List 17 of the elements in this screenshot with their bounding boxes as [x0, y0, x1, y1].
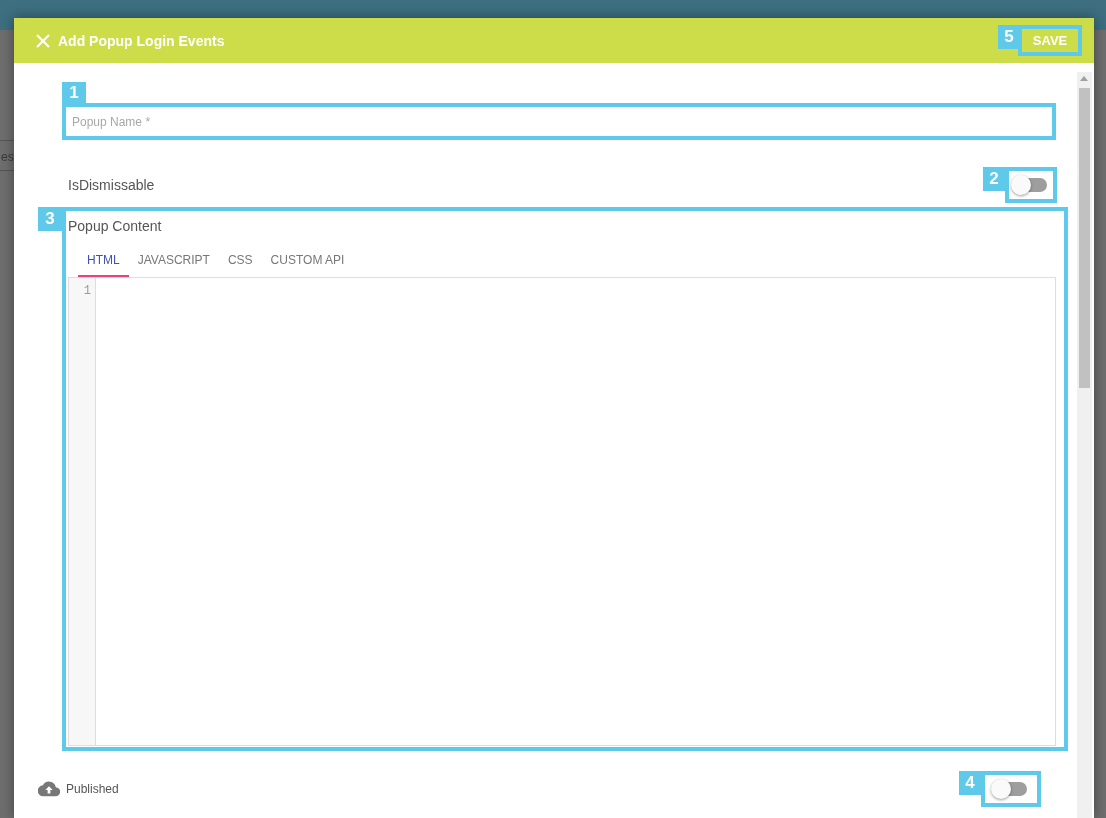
field-label: Published	[66, 782, 119, 796]
code-editor[interactable]: 1	[68, 277, 1056, 746]
editor-tab[interactable]: CSS	[218, 247, 262, 277]
callout-number: 4	[959, 771, 981, 795]
editor-tab[interactable]: JAVASCRIPT	[128, 247, 219, 277]
callout-number: 2	[983, 167, 1005, 191]
line-number: 1	[82, 283, 92, 298]
field-label: IsDismissable	[67, 177, 155, 193]
scrollbar[interactable]	[1077, 72, 1092, 818]
callout-number: 5	[998, 25, 1020, 49]
cloud-upload-icon	[38, 781, 60, 797]
callout-number: 3	[38, 207, 62, 231]
dialog-title: Add Popup Login Events	[58, 32, 225, 49]
section-label: Popup Content	[68, 218, 162, 234]
editor-tab[interactable]: CUSTOM API	[261, 247, 354, 277]
popup-name-field[interactable]: Popup Name *	[62, 103, 1056, 140]
callout-number: 1	[62, 82, 86, 103]
